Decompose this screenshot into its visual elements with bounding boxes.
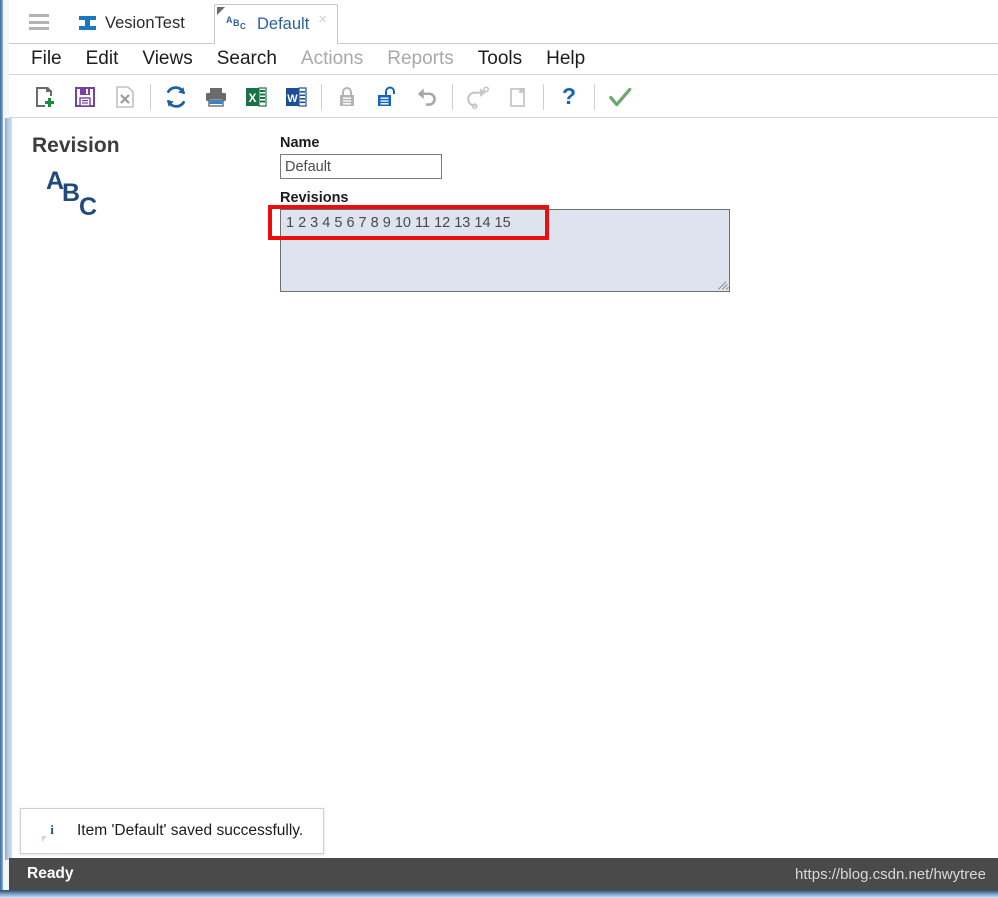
unlock-icon bbox=[378, 86, 395, 106]
abc-icon: A B C bbox=[225, 15, 251, 35]
toolbar-separator bbox=[543, 83, 544, 110]
hamburger-bar bbox=[29, 20, 49, 24]
abc-letter-b: B bbox=[62, 179, 81, 207]
word-export-icon: W bbox=[286, 86, 307, 107]
hamburger-menu-icon[interactable] bbox=[29, 14, 49, 30]
svg-text:?: ? bbox=[562, 84, 576, 109]
delete-button bbox=[105, 79, 145, 115]
tab-active-corner-marker bbox=[217, 7, 225, 15]
toast-notification: i Item 'Default' saved successfully. bbox=[20, 808, 324, 854]
toast-message: Item 'Default' saved successfully. bbox=[77, 822, 304, 839]
apply-button[interactable] bbox=[600, 79, 640, 115]
help-question-icon: ? bbox=[562, 84, 576, 109]
application-window: VesionTest A B C Default × File Edit Vie… bbox=[0, 0, 998, 898]
abc-icon: A B C bbox=[30, 167, 110, 227]
menu-item-actions: Actions bbox=[300, 48, 364, 69]
menu-item-reports: Reports bbox=[387, 48, 454, 69]
lock-icon bbox=[340, 86, 354, 106]
new-document-icon bbox=[36, 86, 54, 107]
svg-text:X: X bbox=[248, 91, 256, 105]
hamburger-bar bbox=[29, 14, 49, 17]
name-field-label: Name bbox=[280, 135, 320, 151]
svg-text:W: W bbox=[287, 93, 298, 105]
menu-item-views[interactable]: Views bbox=[130, 48, 204, 70]
toolbar-separator bbox=[321, 83, 322, 110]
toolbar-separator bbox=[594, 83, 595, 110]
menu-item-file[interactable]: File bbox=[19, 48, 74, 70]
print-icon bbox=[206, 87, 226, 107]
help-button[interactable]: ? bbox=[549, 79, 589, 115]
menu-item-edit[interactable]: Edit bbox=[74, 48, 131, 70]
tab-label: VesionTest bbox=[105, 14, 185, 32]
menu-item-tools[interactable]: Tools bbox=[466, 48, 534, 70]
menu-item-help[interactable]: Help bbox=[534, 48, 597, 70]
tab-strip: VesionTest A B C Default × bbox=[9, 0, 998, 45]
ibeam-icon bbox=[79, 15, 96, 32]
info-icon: i bbox=[41, 821, 63, 842]
status-text: Ready bbox=[27, 865, 74, 882]
new-button[interactable] bbox=[25, 79, 65, 115]
excel-export-icon: X bbox=[246, 86, 267, 107]
hamburger-bar bbox=[29, 27, 49, 30]
save-button[interactable] bbox=[65, 79, 105, 115]
tab-label: Default bbox=[257, 15, 310, 33]
abc-letter-a: A bbox=[226, 14, 233, 25]
watermark-url: https://blog.csdn.net/hwytree bbox=[795, 865, 986, 883]
name-input[interactable] bbox=[280, 154, 442, 179]
menu-bar: File Edit Views Search Actions Reports T… bbox=[9, 44, 998, 75]
undo-button bbox=[407, 79, 447, 115]
close-icon[interactable]: × bbox=[318, 12, 327, 27]
refresh-button[interactable] bbox=[156, 79, 196, 115]
toolbar: X W ? bbox=[9, 76, 998, 118]
checkmark-icon bbox=[609, 87, 632, 106]
tab-default[interactable]: A B C Default × bbox=[214, 4, 339, 45]
word-button[interactable]: W bbox=[276, 79, 316, 115]
redo-button bbox=[458, 79, 498, 115]
abc-letter-b: B bbox=[233, 17, 240, 28]
refresh-icon bbox=[167, 85, 185, 108]
menu-item-search[interactable]: Search bbox=[205, 48, 289, 70]
record-form-panel: Revision A B C Name Revisions i Item 'De… bbox=[12, 119, 998, 859]
abc-letter-c: C bbox=[240, 21, 246, 31]
copy-button bbox=[498, 79, 538, 115]
print-button[interactable] bbox=[196, 79, 236, 115]
tab-vesiontest[interactable]: VesionTest bbox=[69, 3, 195, 44]
abc-letter-c: C bbox=[79, 193, 98, 221]
revisions-textarea[interactable] bbox=[280, 209, 730, 292]
page-title: Revision bbox=[32, 134, 120, 157]
copy-icon bbox=[510, 87, 525, 107]
redo-icon bbox=[467, 85, 490, 109]
save-icon bbox=[75, 86, 95, 107]
unlock-button[interactable] bbox=[367, 79, 407, 115]
excel-button[interactable]: X bbox=[236, 79, 276, 115]
window-frame-bottom-edge bbox=[0, 890, 998, 898]
toolbar-separator bbox=[452, 83, 453, 110]
lock-button bbox=[327, 79, 367, 115]
status-bar: Ready https://blog.csdn.net/hwytree bbox=[9, 858, 998, 890]
undo-icon bbox=[417, 87, 436, 106]
delete-icon bbox=[116, 85, 134, 108]
toolbar-separator bbox=[150, 83, 151, 110]
window-left-rail[interactable] bbox=[5, 118, 12, 860]
revisions-field-label: Revisions bbox=[280, 190, 349, 206]
